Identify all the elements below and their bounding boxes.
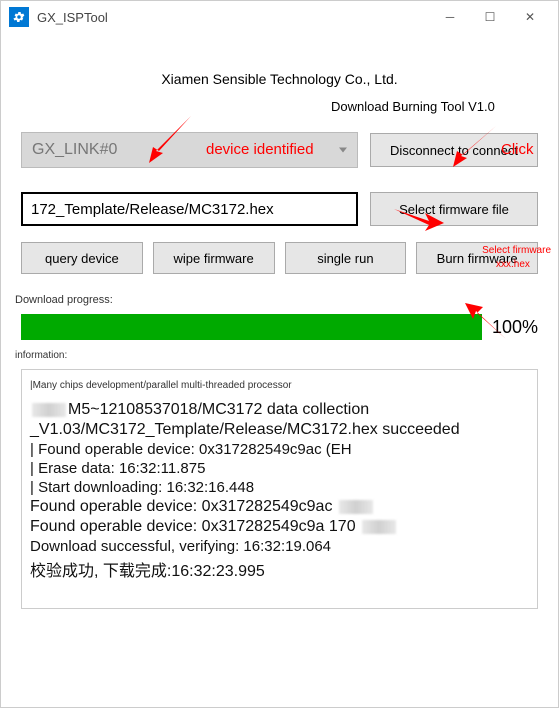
firmware-path-text: 172_Template/Release/MC3172.hex [31,201,274,218]
log-line: Found operable device: 0x317282549c9ac [30,498,529,516]
progress-bar [21,314,482,340]
annotation-select-firmware: Select firmware [476,245,551,256]
tool-version-label: Download Burning Tool V1.0 [331,99,538,114]
window-titlebar: GX_ISPTool ─ ☐ ✕ [1,1,558,33]
log-line: | Erase data: 16:32:11.875 [30,460,529,477]
company-name: Xiamen Sensible Technology Co., Ltd. [21,71,538,87]
minimize-button[interactable]: ─ [430,3,470,31]
redacted [32,403,66,417]
arrow-icon [461,301,511,341]
arrow-icon [141,111,201,166]
close-button[interactable]: ✕ [510,3,550,31]
log-line: M5~12108537018/MC3172 data collection [30,401,529,419]
log-line: | Found operable device: 0x317282549c9ac… [30,441,529,458]
arrow-icon [389,201,449,237]
wipe-firmware-button[interactable]: wipe firmware [153,242,275,274]
redacted [362,520,396,534]
progress-label: Download progress: [15,294,538,306]
annotation-hex-hint: xxx.hex [496,259,530,270]
log-line: Found operable device: 0x317282549c9a 17… [30,518,529,536]
info-label: information: [15,350,538,361]
redacted [339,500,373,514]
log-line: 校验成功, 下载完成:16:32:23.995 [30,557,529,581]
maximize-button[interactable]: ☐ [470,3,510,31]
window-controls: ─ ☐ ✕ [430,3,550,31]
device-selected-value: GX_LINK#0 [32,141,117,159]
app-icon [9,7,29,27]
log-box[interactable]: |Many chips development/parallel multi-t… [21,369,538,609]
window-title: GX_ISPTool [37,10,430,25]
query-device-button[interactable]: query device [21,242,143,274]
log-line: _V1.03/MC3172_Template/Release/MC3172.he… [30,421,529,439]
log-line: Download successful, verifying: 16:32:19… [30,538,529,555]
single-run-button[interactable]: single run [285,242,407,274]
progress-fill [21,314,482,340]
firmware-path-input[interactable]: 172_Template/Release/MC3172.hex [21,192,358,226]
log-line: | Start downloading: 16:32:16.448 [30,479,529,496]
arrow-icon [441,121,501,169]
log-header: |Many chips development/parallel multi-t… [30,380,529,391]
